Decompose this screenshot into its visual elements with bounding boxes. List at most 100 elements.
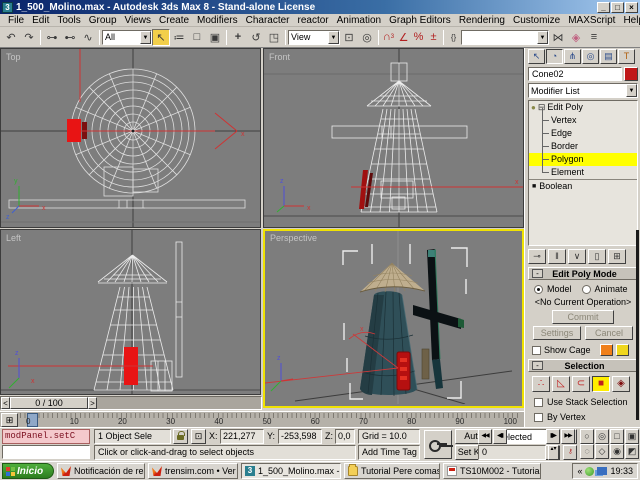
tab-create-icon[interactable]: ↖ <box>528 49 545 64</box>
set-keys-button[interactable] <box>424 430 452 459</box>
chevron-down-icon[interactable]: ▼ <box>140 31 151 44</box>
layer-manager-icon[interactable]: ≡ <box>585 29 603 46</box>
absolute-offset-toggle[interactable]: ⊡ <box>191 429 206 444</box>
snap-toggle-icon[interactable]: ∩3 <box>381 29 396 46</box>
rotate-icon[interactable]: ↺ <box>247 29 265 46</box>
stack-item-edit-poly[interactable]: ● ⊟ Edit Poly <box>529 101 637 114</box>
menu-item[interactable]: Edit <box>28 15 53 26</box>
close-button[interactable]: × <box>625 2 638 13</box>
make-unique-icon[interactable]: ∨ <box>568 249 586 264</box>
stack-item-border[interactable]: Border <box>529 140 637 153</box>
go-to-start-button[interactable]: ◀◀ <box>478 429 492 444</box>
menu-item[interactable]: Character <box>242 15 294 26</box>
settings-button[interactable]: Settings <box>533 326 581 340</box>
current-frame-field[interactable]: 0 <box>478 445 546 460</box>
go-to-end-button[interactable]: ▶▶ <box>561 429 575 444</box>
command-panel-scrollbar[interactable] <box>636 230 639 420</box>
polygon-subobject-icon[interactable]: ■ <box>592 376 610 392</box>
taskbar-task-4[interactable]: Tutorial Pere comas 3d <box>344 463 440 479</box>
maxscript-listener-white[interactable] <box>2 445 90 459</box>
viewport-front[interactable]: Front x z x <box>263 48 524 228</box>
stack-item-boolean[interactable]: ■ Boolean <box>529 179 637 192</box>
track-bar[interactable]: ⊞ 0102030405060708090100 <box>0 411 525 427</box>
viewport-perspective[interactable]: x Perspective z <box>263 229 524 408</box>
tab-hierarchy-icon[interactable]: ⋔ <box>564 49 581 64</box>
menu-item[interactable]: File <box>4 15 28 26</box>
taskbar-task-2[interactable]: trensim.com • Ver Tema ... <box>148 463 238 479</box>
menu-item[interactable]: Tools <box>53 15 84 26</box>
window-crossing-icon[interactable]: ▣ <box>206 29 224 46</box>
region-zoom-icon[interactable]: ◌ <box>580 444 594 459</box>
select-object-icon[interactable]: ↖ <box>152 29 170 46</box>
selection-filter-dropdown[interactable]: All ▼ <box>102 30 152 45</box>
show-cage-checkbox[interactable] <box>532 346 541 355</box>
tab-modify-icon[interactable]: ◔ <box>546 49 563 64</box>
viewport-label[interactable]: Top <box>6 52 21 62</box>
collapse-icon[interactable]: - <box>532 269 543 278</box>
menu-item[interactable]: Help <box>619 15 640 26</box>
menu-item[interactable]: Group <box>85 15 121 26</box>
unlink-icon[interactable]: ⊷ <box>61 29 79 46</box>
menu-item[interactable]: Views <box>121 15 156 26</box>
title-bar[interactable]: 3 1_500_Molino.max - Autodesk 3ds Max 8 … <box>0 0 640 14</box>
commit-button[interactable]: Commit <box>552 310 614 324</box>
next-frame-button[interactable]: ▮▶ <box>546 429 560 444</box>
viewport-left[interactable]: Left z x <box>0 229 261 395</box>
taskbar-task-1[interactable]: Notificación de respuest... <box>57 463 145 479</box>
select-manipulate-icon[interactable]: ◎ <box>358 29 376 46</box>
pin-stack-icon[interactable]: ⊸ <box>528 249 546 264</box>
object-name-field[interactable]: Cone02 <box>528 67 622 81</box>
model-radio[interactable] <box>534 285 543 294</box>
open-trackview-button[interactable]: ⊞ <box>1 413 18 427</box>
tab-motion-icon[interactable]: ◎ <box>582 49 599 64</box>
percent-snap-icon[interactable]: % <box>411 29 426 46</box>
configure-modifier-sets-icon[interactable]: ⊞ <box>608 249 626 264</box>
z-coordinate-field[interactable]: 0,0 <box>335 429 355 444</box>
messenger-icon[interactable] <box>585 467 594 476</box>
named-selection-dropdown[interactable]: ▼ <box>461 30 549 45</box>
cancel-button[interactable]: Cancel <box>585 326 633 340</box>
rectangular-region-icon[interactable]: □ <box>188 29 206 46</box>
viewport-label[interactable]: Perspective <box>270 233 317 243</box>
collapse-icon[interactable]: - <box>532 361 543 370</box>
viewport-label[interactable]: Front <box>269 52 291 62</box>
time-slider-handle[interactable]: 0 / 100 <box>10 397 88 409</box>
element-subobject-icon[interactable]: ◈ <box>612 376 630 392</box>
frame-spinner[interactable]: ▴▾ <box>548 445 559 460</box>
key-mode-toggle-button[interactable]: ⚷ <box>563 445 577 460</box>
zoom-extents-all-icon[interactable]: ▣ <box>625 429 639 444</box>
pan-icon[interactable]: ◇ <box>595 444 609 459</box>
stack-item-element[interactable]: Element <box>529 166 637 179</box>
lightbulb-icon[interactable]: ● <box>531 101 536 114</box>
arc-rotate-icon[interactable]: ◉ <box>610 444 624 459</box>
viewport-top[interactable]: Top x y x z <box>0 48 261 228</box>
add-time-tag[interactable]: Add Time Tag <box>358 445 420 460</box>
stack-item-vertex[interactable]: Vertex <box>529 114 637 127</box>
undo-icon[interactable]: ↶ <box>2 29 20 46</box>
tray-collapse-chevron[interactable]: « <box>577 466 582 476</box>
align-icon[interactable]: ◈ <box>567 29 585 46</box>
bind-spacewarp-icon[interactable]: ∿ <box>79 29 97 46</box>
menu-item[interactable]: Graph Editors <box>385 15 455 26</box>
menu-item[interactable]: Modifiers <box>193 15 242 26</box>
minimize-button[interactable]: _ <box>597 2 610 13</box>
zoom-icon[interactable]: ○ <box>580 429 594 444</box>
stack-item-edge[interactable]: Edge <box>529 127 637 140</box>
border-subobject-icon[interactable]: ⊂ <box>572 376 590 392</box>
select-link-icon[interactable]: ⊶ <box>43 29 61 46</box>
restore-button[interactable]: □ <box>611 2 624 13</box>
by-vertex-checkbox[interactable] <box>534 413 543 422</box>
zoom-all-icon[interactable]: ◎ <box>595 429 609 444</box>
move-icon[interactable]: + <box>229 29 247 46</box>
chevron-down-icon[interactable]: ▼ <box>537 31 548 44</box>
menu-item[interactable]: reactor <box>294 15 333 26</box>
next-frame-arrow[interactable]: > <box>88 397 97 409</box>
tab-display-icon[interactable]: ▤ <box>600 49 617 64</box>
edge-subobject-icon[interactable]: ◺ <box>552 376 570 392</box>
reference-coordsys-dropdown[interactable]: View ▼ <box>288 30 340 45</box>
chevron-down-icon[interactable]: ▼ <box>328 31 339 44</box>
menu-item[interactable]: Animation <box>333 15 385 26</box>
modifier-list-dropdown[interactable]: Modifier List ▼ <box>528 83 638 98</box>
menu-item[interactable]: MAXScript <box>564 15 619 26</box>
show-end-result-icon[interactable]: ‖ <box>548 249 566 264</box>
